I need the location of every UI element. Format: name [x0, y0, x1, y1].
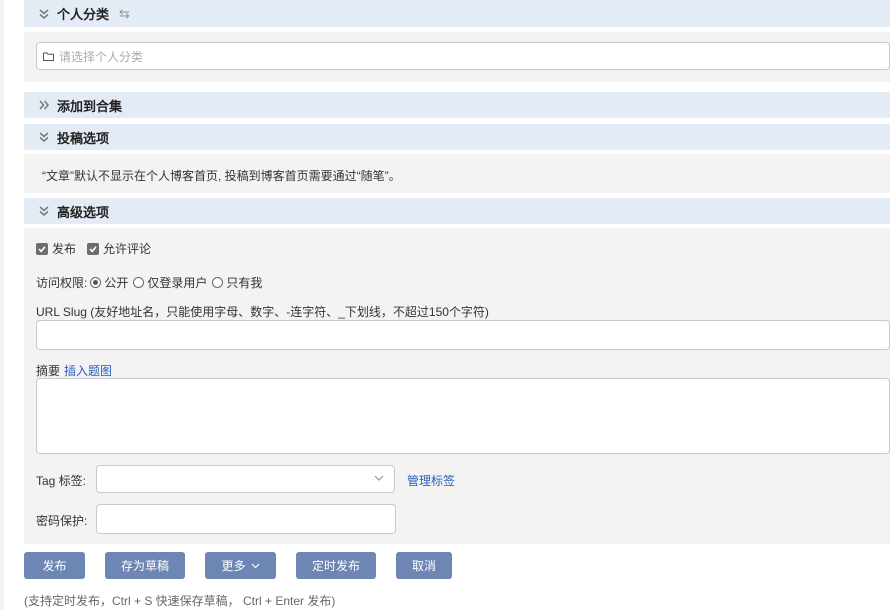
access-row: 访问权限: 公开 仅登录用户 只有我 — [36, 274, 262, 291]
advanced-title: 高级选项 — [57, 204, 110, 220]
chevron-down-icon — [39, 132, 49, 142]
folder-icon — [43, 52, 54, 61]
personal-category-title: 个人分类 — [57, 7, 110, 22]
tag-select[interactable] — [96, 465, 395, 493]
personal-category-body: 请选择个人分类 — [24, 32, 890, 82]
collection-title: 添加到合集 — [57, 98, 123, 114]
publish-checkbox[interactable] — [36, 242, 48, 255]
save-draft-button[interactable]: 存为草稿 — [105, 552, 185, 579]
more-button-label: 更多 — [221, 559, 246, 573]
publish-button[interactable]: 发布 — [24, 552, 85, 579]
check-icon — [89, 245, 97, 252]
submission-header[interactable]: 投稿选项 — [24, 124, 890, 150]
category-placeholder: 请选择个人分类 — [59, 49, 144, 64]
chevron-down-icon — [39, 206, 49, 216]
scheduled-button-label: 定时发布 — [311, 559, 360, 573]
chevron-right-icon — [39, 100, 49, 110]
left-rail — [0, 0, 4, 610]
collection-header[interactable]: 添加到合集 — [24, 92, 890, 118]
access-logged-in-label: 仅登录用户 — [147, 276, 208, 290]
submission-notice: “文章”默认不显示在个人博客首页, 投稿到博客首页需要通过“随笔”。 — [42, 169, 401, 183]
advanced-body: 发布 允许评论 访问权限: 公开 仅登录用户 只有我 URL Slug (友好地… — [24, 228, 890, 544]
submission-body: “文章”默认不显示在个人博客首页, 投稿到博客首页需要通过“随笔”。 — [24, 154, 890, 193]
category-select[interactable]: 请选择个人分类 — [36, 42, 890, 70]
manage-tags-link[interactable]: 管理标签 — [407, 472, 455, 489]
cancel-button[interactable]: 取消 — [396, 552, 452, 579]
access-only-me-label: 只有我 — [226, 276, 263, 290]
check-icon — [38, 245, 46, 252]
access-logged-in-radio[interactable] — [133, 277, 145, 288]
publish-checkbox-label: 发布 — [52, 242, 77, 256]
password-input[interactable] — [96, 504, 396, 534]
allow-comments-label: 允许评论 — [103, 242, 152, 256]
shortcut-hint: (支持定时发布，Ctrl + S 快速保存草稿， Ctrl + Enter 发布… — [24, 594, 336, 608]
chevron-down-icon — [374, 475, 384, 481]
more-button[interactable]: 更多 — [205, 552, 276, 579]
access-label: 访问权限: — [36, 276, 88, 290]
publish-options-row: 发布 允许评论 — [36, 240, 151, 257]
slug-input[interactable] — [36, 320, 890, 350]
password-label: 密码保护: — [36, 514, 88, 528]
access-public-label: 公开 — [104, 276, 129, 290]
allow-comments-checkbox[interactable] — [87, 242, 100, 255]
scheduled-publish-button[interactable]: 定时发布 — [296, 552, 376, 579]
access-only-me-radio[interactable] — [212, 277, 224, 288]
cancel-button-label: 取消 — [411, 559, 436, 573]
summary-row: 摘要 插入题图 — [36, 362, 112, 379]
personal-category-header[interactable]: 个人分类 ⇆ — [24, 0, 890, 27]
save-draft-button-label: 存为草稿 — [120, 559, 169, 573]
advanced-header[interactable]: 高级选项 — [24, 198, 890, 224]
tag-label: Tag 标签: — [36, 474, 87, 488]
access-public-radio[interactable] — [90, 277, 102, 288]
slug-label: URL Slug (友好地址名，只能使用字母、数字、-连字符、_下划线，不超过1… — [36, 305, 489, 319]
summary-label: 摘要 — [36, 364, 61, 378]
insert-image-link[interactable]: 插入题图 — [64, 362, 112, 379]
summary-textarea[interactable] — [36, 378, 890, 454]
swap-icon[interactable]: ⇆ — [119, 6, 130, 22]
publish-button-label: 发布 — [42, 559, 67, 573]
submission-title: 投稿选项 — [57, 130, 110, 146]
chevron-down-icon — [39, 8, 49, 19]
chevron-down-icon — [251, 563, 259, 568]
